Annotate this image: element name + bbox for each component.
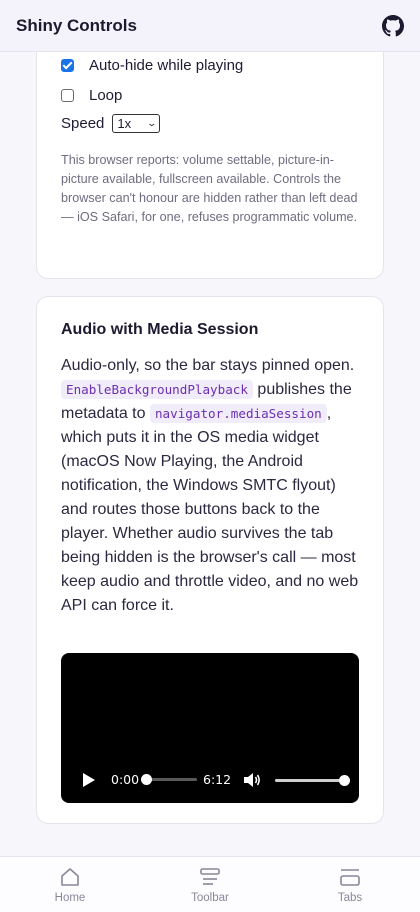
home-icon: [61, 868, 79, 886]
audio-description: Audio-only, so the bar stays pinned open…: [61, 354, 361, 618]
nav-tabs-label: Tabs: [337, 892, 363, 904]
play-icon[interactable]: [82, 772, 96, 788]
bottom-nav: Home Toolbar Tabs: [0, 856, 420, 912]
nav-toolbar[interactable]: Toolbar: [160, 857, 260, 912]
github-icon[interactable]: [382, 14, 404, 37]
loop-label: Loop: [89, 87, 123, 104]
card-title: Audio with Media Session: [61, 321, 259, 338]
audio-card: Audio with Media Session Audio-only, so …: [36, 296, 384, 824]
controls-card: Auto-hide while playing Loop Speed 1x ⌄ …: [36, 20, 384, 279]
speed-row: Speed 1x ⌄: [61, 114, 161, 133]
volume-knob[interactable]: [339, 775, 350, 786]
nav-tabs[interactable]: Tabs: [300, 857, 400, 912]
speed-select[interactable]: 1x ⌄: [112, 114, 161, 133]
autohide-option[interactable]: Auto-hide while playing: [61, 57, 243, 74]
loop-option[interactable]: Loop: [61, 87, 122, 104]
seek-slider[interactable]: [141, 774, 197, 785]
description-text-3: , which puts it in the OS media widget (…: [61, 405, 359, 614]
autohide-label: Auto-hide while playing: [89, 57, 244, 74]
volume-fill: [275, 779, 345, 782]
nav-home-label: Home: [54, 892, 86, 904]
volume-icon[interactable]: [243, 772, 261, 788]
capability-note: This browser reports: volume settable, p…: [61, 153, 358, 224]
audio-player[interactable]: 0:00 6:12: [61, 653, 359, 803]
autohide-checkbox[interactable]: [61, 59, 74, 72]
current-time: 0:00: [111, 772, 140, 787]
app-header: Shiny Controls: [0, 0, 420, 52]
seek-knob[interactable]: [141, 774, 152, 785]
loop-checkbox[interactable]: [61, 89, 74, 102]
nav-toolbar-label: Toolbar: [191, 892, 229, 904]
speed-label: Speed: [61, 115, 105, 132]
tabs-icon: [340, 869, 360, 886]
app-title: Shiny Controls: [16, 15, 137, 35]
speed-value: 1x: [117, 116, 132, 131]
nav-home[interactable]: Home: [20, 857, 120, 912]
chevron-down-icon: ⌄: [146, 118, 157, 128]
code-media-session: navigator.mediaSession: [149, 404, 327, 423]
description-text-1: Audio-only, so the bar stays pinned open…: [61, 357, 355, 374]
volume-slider[interactable]: [275, 775, 350, 786]
duration: 6:12: [203, 772, 232, 787]
toolbar-icon: [200, 868, 220, 885]
code-enable-background-playback: EnableBackgroundPlayback: [61, 380, 253, 399]
